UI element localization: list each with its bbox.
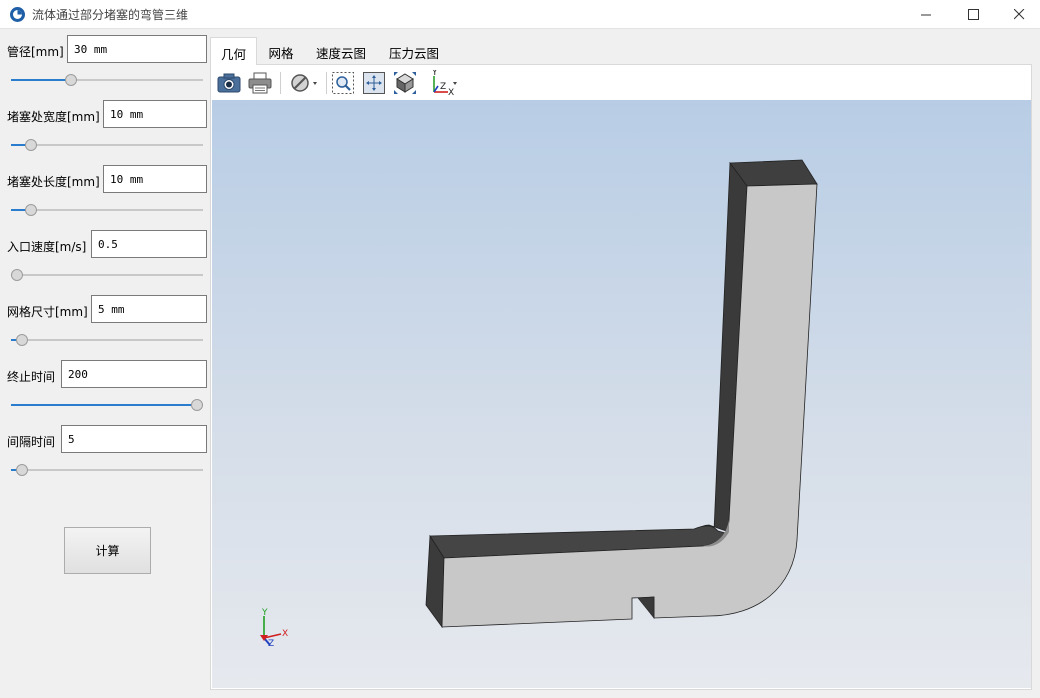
maximize-button[interactable] — [950, 0, 996, 29]
param-label-interval-time: 间隔时间 — [7, 435, 56, 449]
inlet-velocity-input[interactable] — [91, 230, 207, 258]
minimize-button[interactable] — [903, 0, 949, 29]
model-notch-face — [637, 596, 655, 619]
end-time-slider[interactable] — [11, 399, 203, 411]
bent-pipe-model[interactable]: Y X Z — [212, 100, 1031, 688]
pipe-diameter-input[interactable] — [67, 35, 207, 63]
axes-triad: Y X Z — [260, 608, 288, 649]
maximize-icon — [967, 9, 979, 20]
calculate-button[interactable]: 计算 — [64, 527, 151, 574]
inlet-velocity-slider[interactable] — [11, 269, 203, 281]
slider-handle[interactable] — [191, 399, 203, 411]
hide-icon — [291, 74, 317, 92]
slider-handle[interactable] — [25, 139, 38, 151]
axes-dropdown-button[interactable]: Y Z X — [428, 70, 460, 96]
param-label-blockage-width: 堵塞处宽度[mm] — [7, 110, 100, 124]
axis-label-y: Y — [261, 608, 268, 618]
slider-handle[interactable] — [16, 464, 29, 476]
svg-text:Y: Y — [431, 70, 438, 78]
toolbar-separator — [326, 72, 327, 94]
minimize-icon — [920, 14, 931, 16]
svg-text:Z: Z — [440, 82, 446, 92]
zoom-box-icon — [332, 72, 354, 94]
blockage-length-input[interactable] — [103, 165, 207, 193]
hide-dropdown-button[interactable] — [288, 70, 322, 96]
fit-all-button[interactable] — [361, 70, 387, 96]
pipe-diameter-slider[interactable] — [11, 74, 203, 86]
slider-handle[interactable] — [65, 74, 77, 86]
print-button[interactable] — [247, 70, 273, 96]
mesh-size-slider[interactable] — [11, 334, 203, 346]
close-icon — [1013, 9, 1024, 20]
zoom-box-button[interactable] — [330, 70, 356, 96]
slider-handle[interactable] — [25, 204, 38, 216]
param-label-end-time: 终止时间 — [7, 370, 56, 384]
axis-label-x: X — [282, 629, 288, 639]
blockage-length-slider[interactable] — [11, 204, 203, 216]
slider-handle[interactable] — [11, 269, 23, 281]
app-logo-icon — [10, 7, 25, 22]
svg-text:X: X — [448, 88, 454, 96]
screenshot-button[interactable] — [216, 70, 242, 96]
param-label-pipe-diameter: 管径[mm] — [7, 45, 64, 59]
title-bar: 流体通过部分堵塞的弯管三维 — [0, 0, 1040, 29]
tab-mesh[interactable]: 网格 — [259, 37, 303, 65]
param-label-inlet-velocity: 入口速度[m/s] — [7, 240, 87, 254]
camera-icon — [217, 73, 241, 93]
param-label-mesh-size: 网格尺寸[mm] — [7, 305, 88, 319]
3d-viewport[interactable]: Y X Z — [212, 100, 1031, 688]
close-button[interactable] — [996, 0, 1040, 29]
blockage-width-input[interactable] — [103, 100, 207, 128]
tab-pressure-contour[interactable]: 压力云图 — [379, 37, 449, 65]
blockage-width-slider[interactable] — [11, 139, 203, 151]
view-toolbar: Y Z X — [212, 66, 1031, 100]
axis-label-z: Z — [268, 639, 274, 649]
interval-time-slider[interactable] — [11, 464, 203, 476]
slider-handle[interactable] — [16, 334, 29, 346]
param-label-blockage-length: 堵塞处长度[mm] — [7, 175, 100, 189]
interval-time-input[interactable] — [61, 425, 207, 453]
model-front-face — [441, 183, 818, 628]
fit-all-icon — [363, 72, 385, 94]
window-title: 流体通过部分堵塞的弯管三维 — [32, 8, 189, 22]
view-box-icon — [394, 72, 416, 94]
end-time-input[interactable] — [61, 360, 207, 388]
tab-geometry[interactable]: 几何 — [210, 37, 257, 65]
view-box-button[interactable] — [392, 70, 418, 96]
mesh-size-input[interactable] — [91, 295, 207, 323]
toolbar-separator — [280, 72, 281, 94]
axes-icon: Y Z X — [431, 70, 457, 96]
tab-velocity-contour[interactable]: 速度云图 — [307, 37, 375, 65]
print-icon — [248, 72, 272, 94]
